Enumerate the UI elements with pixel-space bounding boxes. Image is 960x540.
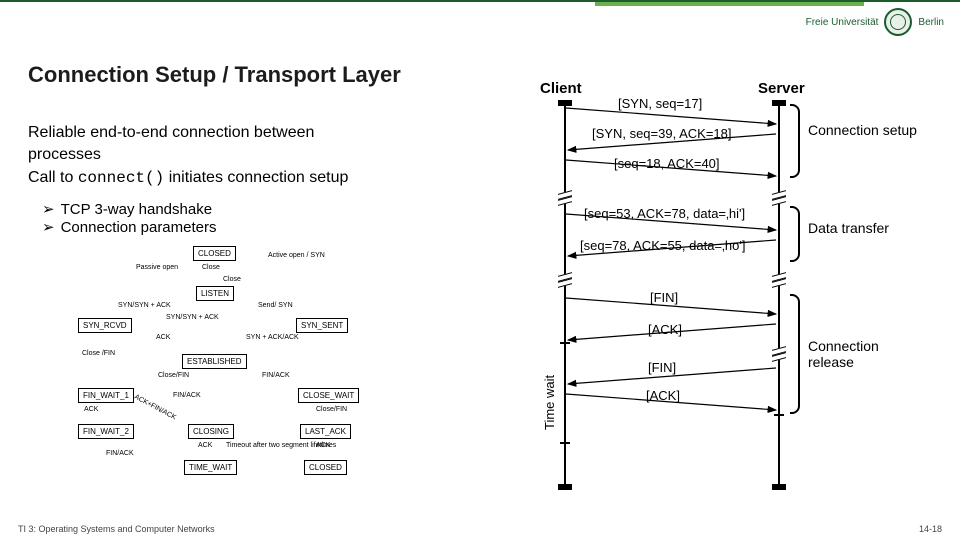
- label-ack-3: ACK: [198, 442, 212, 449]
- body-text: Reliable end-to-end connection between p…: [28, 122, 388, 189]
- accent-bar: [595, 2, 864, 6]
- label-ack: ACK: [156, 334, 170, 341]
- label-ack-finack: ACK+FIN/ACK: [133, 394, 177, 422]
- arrows-svg: [500, 80, 930, 500]
- label-close-fin-3: Close/FIN: [316, 406, 347, 413]
- label-active-open-syn: Active open / SYN: [268, 252, 325, 259]
- label-close-1: Close: [202, 264, 220, 271]
- msg-2: [SYN, seq=39, ACK=18]: [592, 126, 731, 141]
- break-icon: [558, 274, 572, 286]
- brace-label-data: Data transfer: [808, 220, 918, 236]
- msg-8: [FIN]: [648, 360, 676, 375]
- label-fin-ack-1: FIN/ACK: [262, 372, 290, 379]
- state-fin-wait-2: FIN_WAIT_2: [78, 424, 134, 439]
- break-icon: [772, 274, 786, 286]
- label-timeout: Timeout after two segment lifetimes: [226, 442, 296, 449]
- label-passive-open: Passive open: [136, 264, 178, 271]
- state-listen: LISTEN: [196, 286, 234, 301]
- label-syn-synack: SYN/SYN + ACK: [118, 302, 171, 309]
- brace-setup: [790, 104, 800, 178]
- university-logo: Freie Universität Berlin: [806, 8, 944, 36]
- break-icon: [558, 192, 572, 204]
- msg-4: [seq=53, ACK=78, data=‚hi']: [584, 206, 745, 221]
- msg-7: [ACK]: [648, 322, 682, 337]
- state-last-ack: LAST_ACK: [300, 424, 351, 439]
- break-icon: [772, 192, 786, 204]
- msg-9: [ACK]: [646, 388, 680, 403]
- label-send-syn: Send/ SYN: [258, 302, 293, 309]
- state-close-wait: CLOSE_WAIT: [298, 388, 359, 403]
- state-closed-top: CLOSED: [193, 246, 236, 261]
- body-line3: initiates connection setup: [169, 169, 349, 186]
- label-fin-ack-3: FIN/ACK: [106, 450, 134, 457]
- bullet-1: TCP 3-way handshake: [42, 200, 217, 218]
- brace-release: [790, 294, 800, 414]
- state-closing: CLOSING: [188, 424, 234, 439]
- body-line1: Reliable end-to-end connection between p…: [28, 124, 314, 163]
- state-syn-sent: SYN_SENT: [296, 318, 348, 333]
- label-synack-ack: SYN + ACK/ACK: [246, 334, 299, 341]
- body-code: connect(): [78, 169, 164, 187]
- uni-city: Berlin: [918, 17, 944, 28]
- timewait-label: Time wait: [542, 375, 557, 430]
- label-close-2: Close: [223, 276, 241, 283]
- sequence-diagram: Client Server [SYN, seq=17] [SYN, seq=39…: [500, 80, 930, 500]
- state-established: ESTABLISHED: [182, 354, 247, 369]
- msg-3: [seq=18, ACK=40]: [614, 156, 720, 171]
- state-time-wait: TIME_WAIT: [184, 460, 237, 475]
- slide-title: Connection Setup / Transport Layer: [28, 62, 401, 88]
- label-close-fin-2: Close/FIN: [158, 372, 189, 379]
- label-fin-ack-2: FIN/ACK: [173, 392, 201, 399]
- tick-icon: [560, 342, 570, 344]
- tick-icon: [774, 414, 784, 416]
- uni-name: Freie Universität: [806, 17, 879, 28]
- bullet-2: Connection parameters: [42, 218, 217, 236]
- label-close-fin-1: Close /FIN: [82, 350, 115, 357]
- bullet-list: TCP 3-way handshake Connection parameter…: [42, 200, 217, 236]
- footer-left: TI 3: Operating Systems and Computer Net…: [18, 524, 215, 534]
- state-closed-bot: CLOSED: [304, 460, 347, 475]
- brace-label-release: Connection release: [808, 338, 918, 370]
- state-fin-wait-1: FIN_WAIT_1: [78, 388, 134, 403]
- msg-1: [SYN, seq=17]: [618, 96, 702, 111]
- msg-6: [FIN]: [650, 290, 678, 305]
- brace-data: [790, 206, 800, 262]
- break-icon: [772, 348, 786, 360]
- body-line2: Call to: [28, 169, 73, 186]
- msg-5: [seq=78, ACK=55, data=‚ho']: [580, 238, 745, 253]
- tcp-state-machine: CLOSED Passive open Close Active open / …: [48, 246, 398, 496]
- label-ack-2: ACK: [84, 406, 98, 413]
- state-syn-rcvd: SYN_RCVD: [78, 318, 132, 333]
- tick-icon: [560, 442, 570, 444]
- uni-seal-icon: [884, 8, 912, 36]
- footer-right: 14-18: [919, 524, 942, 534]
- brace-label-setup: Connection setup: [808, 122, 918, 138]
- label-synsynack2: SYN/SYN + ACK: [166, 314, 219, 321]
